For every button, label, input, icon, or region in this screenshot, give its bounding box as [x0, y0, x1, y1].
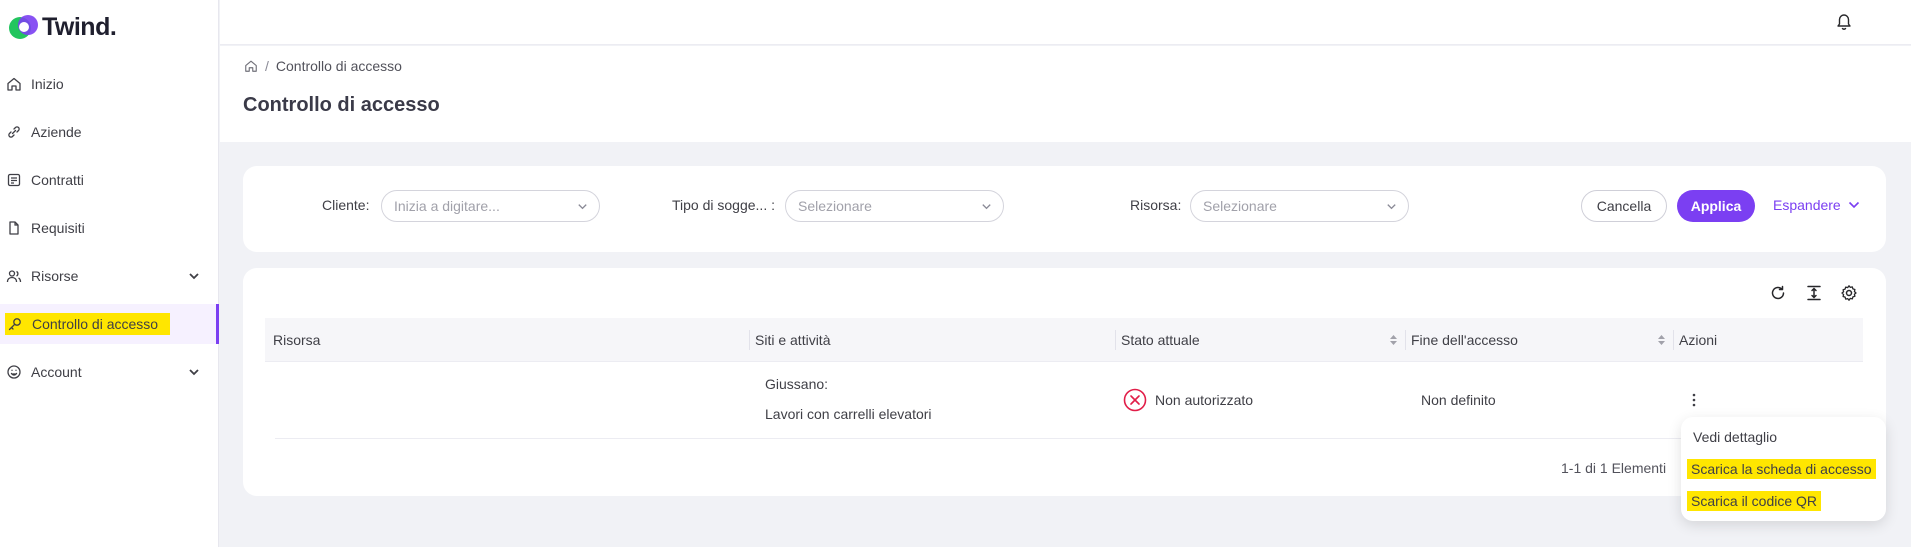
sidebar-item-controllo-di-accesso[interactable]: Controllo di accesso — [0, 304, 219, 344]
twind-logo-icon — [9, 15, 38, 39]
account-icon — [7, 365, 21, 379]
cell-fine: Non definito — [1421, 392, 1496, 408]
error-circle-icon — [1123, 388, 1147, 412]
menu-item-scarica-scheda[interactable]: Scarica la scheda di accesso — [1687, 459, 1876, 479]
column-height-icon[interactable] — [1805, 284, 1823, 302]
sidebar-item-label: Risorse — [31, 268, 79, 284]
sidebar-item-requisiti[interactable]: Requisiti — [0, 208, 219, 248]
pagination-info: 1-1 di 1 Elementi — [1561, 460, 1667, 476]
column-divider — [1405, 330, 1406, 350]
cliente-placeholder: Inizia a digitare... — [394, 198, 500, 214]
contract-icon — [7, 173, 21, 187]
filter-label-risorsa: Risorsa: — [1130, 197, 1182, 213]
gear-icon[interactable] — [1840, 284, 1858, 302]
home-icon[interactable] — [244, 59, 258, 73]
sidebar-item-inizio[interactable]: Inizio — [0, 64, 219, 104]
sidebar-item-label: Requisiti — [31, 220, 85, 236]
tipo-placeholder: Selezionare — [798, 198, 872, 214]
brand-logo[interactable]: Twind. — [8, 12, 117, 42]
page-title: Controllo di accesso — [243, 94, 440, 116]
chevron-down-icon — [982, 204, 991, 210]
tipo-soggetto-select[interactable]: Selezionare — [785, 190, 1004, 222]
expand-filters-button[interactable]: Espandere — [1773, 197, 1861, 213]
column-header-risorsa[interactable]: Risorsa — [273, 332, 320, 348]
chevron-down-icon — [1387, 204, 1396, 210]
sidebar-item-contratti[interactable]: Contratti — [0, 160, 219, 200]
filter-label-cliente: Cliente: — [322, 197, 370, 213]
brand-name: Twind. — [42, 12, 117, 41]
sidebar-item-label: Account — [31, 364, 82, 380]
cancel-button[interactable]: Cancella — [1581, 190, 1667, 222]
sidebar-item-label: Controllo di accesso — [32, 316, 159, 332]
column-divider — [749, 330, 750, 350]
sidebar-item-aziende[interactable]: Aziende — [0, 112, 219, 152]
bell-icon[interactable] — [1836, 13, 1852, 31]
risorsa-placeholder: Selezionare — [1203, 198, 1277, 214]
sidebar-item-risorse[interactable]: Risorse — [0, 256, 219, 296]
page-header: / Controllo di accesso Controllo di acce… — [220, 46, 1911, 142]
breadcrumb: / Controllo di accesso — [244, 58, 402, 74]
filter-label-tipo: Tipo di sogge... : — [672, 197, 775, 213]
column-header-stato[interactable]: Stato attuale — [1121, 332, 1200, 348]
column-divider — [1115, 330, 1116, 350]
column-header-azioni: Azioni — [1679, 332, 1718, 348]
people-icon — [6, 270, 22, 283]
topbar — [220, 0, 1911, 45]
sort-icon[interactable] — [1389, 334, 1398, 346]
column-header-fine[interactable]: Fine dell'accesso — [1411, 332, 1518, 348]
menu-item-scarica-qr[interactable]: Scarica il codice QR — [1687, 491, 1822, 511]
chevron-down-icon — [578, 204, 587, 210]
sidebar-item-label: Contratti — [31, 172, 84, 188]
risorsa-select[interactable]: Selezionare — [1190, 190, 1409, 222]
table-header: Risorsa Siti e attività Stato attuale Fi… — [265, 318, 1863, 362]
sidebar-item-highlight: Controllo di accesso — [5, 313, 171, 335]
refresh-icon[interactable] — [1769, 284, 1787, 302]
sidebar-item-label: Inizio — [31, 76, 64, 92]
more-vertical-icon[interactable] — [1691, 392, 1697, 408]
home-icon — [7, 77, 21, 91]
table-card: Risorsa Siti e attività Stato attuale Fi… — [243, 268, 1886, 496]
column-header-siti[interactable]: Siti e attività — [755, 332, 830, 348]
expand-label: Espandere — [1773, 197, 1841, 213]
key-icon — [8, 318, 21, 331]
sidebar-item-account[interactable]: Account — [0, 352, 219, 392]
chevron-down-icon[interactable] — [187, 365, 201, 379]
breadcrumb-current: Controllo di accesso — [275, 58, 402, 74]
row-action-menu: Vedi dettaglio Scarica la scheda di acce… — [1681, 417, 1886, 521]
sidebar-item-label: Aziende — [31, 124, 82, 140]
cliente-select[interactable]: Inizia a digitare... — [381, 190, 600, 222]
table-row[interactable]: Giussano: Lavori con carrelli elevatori … — [275, 362, 1863, 439]
menu-item-vedi-dettaglio[interactable]: Vedi dettaglio — [1693, 429, 1777, 445]
link-icon — [8, 126, 20, 138]
cell-sito: Giussano: — [765, 376, 829, 392]
cell-stato: Non autorizzato — [1155, 392, 1254, 408]
sort-icon[interactable] — [1657, 334, 1666, 346]
chevron-down-icon — [1848, 201, 1859, 209]
sidebar-nav: Inizio Aziende Contratti Requisiti Risor… — [0, 64, 219, 400]
cell-attivita: Lavori con carrelli elevatori — [765, 406, 932, 422]
apply-button[interactable]: Applica — [1677, 190, 1755, 222]
breadcrumb-separator: / — [265, 58, 269, 74]
sidebar: Twind. Inizio Aziende Contratti Requisit… — [0, 0, 219, 547]
chevron-down-icon[interactable] — [187, 269, 201, 283]
document-icon — [9, 221, 19, 235]
column-divider — [1673, 330, 1674, 350]
filter-card: Cliente: Inizia a digitare... Tipo di so… — [243, 166, 1886, 252]
